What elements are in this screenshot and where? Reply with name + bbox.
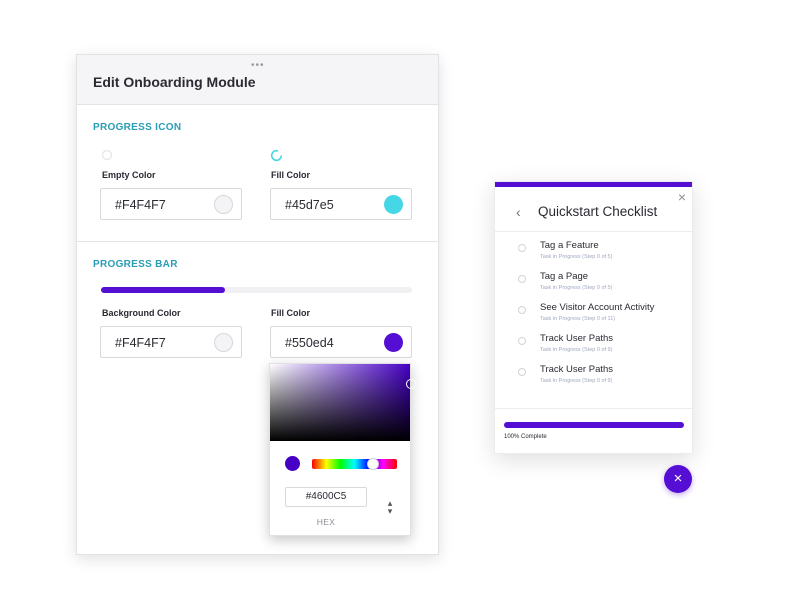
- drag-handle-icon[interactable]: •••: [251, 61, 265, 71]
- task-name: Tag a Feature: [540, 240, 599, 251]
- task-status: Task in Progress (Step 0 of 9): [540, 378, 613, 384]
- task-status-icon: [518, 306, 526, 314]
- task-status: Task in Progress (Step 0 of 5): [540, 285, 613, 291]
- bar-fill-color-label: Fill Color: [271, 308, 310, 318]
- task-status-icon: [518, 337, 526, 345]
- panel-header: ••• Edit Onboarding Module: [77, 55, 438, 105]
- completion-label: 100% Complete: [504, 434, 547, 440]
- task-status-icon: [518, 368, 526, 376]
- task-name: Track User Paths: [540, 333, 614, 344]
- progress-bar-section-title: PROGRESS BAR: [93, 259, 178, 270]
- fill-progress-icon: [270, 149, 283, 162]
- saturation-value-handle[interactable]: [406, 379, 416, 389]
- saturation-value-area[interactable]: [270, 364, 410, 441]
- back-chevron-icon[interactable]: ‹: [516, 204, 521, 220]
- footer-divider: [495, 408, 692, 409]
- list-item[interactable]: Tag a Page Task in Progress (Step 0 of 5…: [495, 271, 692, 301]
- current-color-preview: [285, 456, 300, 471]
- empty-color-value: #F4F4F7: [115, 198, 166, 212]
- bar-fill-color-value: #550ed4: [285, 336, 334, 350]
- hue-slider[interactable]: [312, 459, 397, 469]
- background-color-value: #F4F4F7: [115, 336, 166, 350]
- progress-bar-preview-fill: [101, 287, 226, 293]
- hex-value-input[interactable]: #4600C5: [285, 487, 367, 507]
- task-name: See Visitor Account Activity: [540, 302, 655, 313]
- mode-toggle-arrows-icon[interactable]: ▴ ▾: [384, 499, 396, 519]
- task-status: Task in Progress (Step 0 of 11): [540, 316, 616, 322]
- empty-progress-icon: [101, 149, 113, 161]
- list-item[interactable]: Track User Paths Task in Progress (Step …: [495, 333, 692, 363]
- task-status: Task in Progress (Step 0 of 9): [540, 347, 613, 353]
- color-picker-popover: #4600C5 HEX ▴ ▾: [269, 363, 416, 536]
- task-status: Task in Progress (Step 0 of 5): [540, 254, 613, 260]
- panel-title: Edit Onboarding Module: [93, 74, 256, 90]
- close-launcher-button[interactable]: ×: [664, 465, 692, 493]
- list-item[interactable]: See Visitor Account Activity Task in Pro…: [495, 302, 692, 332]
- icon-fill-color-input[interactable]: #45d7e5: [270, 188, 412, 220]
- header-divider: [495, 231, 692, 232]
- empty-color-swatch[interactable]: [214, 195, 233, 214]
- hue-slider-handle[interactable]: [367, 458, 379, 470]
- list-item[interactable]: Tag a Feature Task in Progress (Step 0 o…: [495, 240, 692, 270]
- icon-fill-color-label: Fill Color: [271, 170, 310, 180]
- close-icon[interactable]: ×: [678, 190, 686, 204]
- task-status-icon: [518, 275, 526, 283]
- background-color-input[interactable]: #F4F4F7: [100, 326, 242, 358]
- bar-fill-color-input[interactable]: #550ed4: [270, 326, 412, 358]
- progress-icon-section-title: PROGRESS ICON: [93, 122, 182, 133]
- background-color-swatch[interactable]: [214, 333, 233, 352]
- icon-fill-color-value: #45d7e5: [285, 198, 334, 212]
- widget-accent-bar: [495, 182, 692, 187]
- checklist-progress-bar: [504, 422, 684, 428]
- empty-color-label: Empty Color: [102, 170, 156, 180]
- hex-mode-label: HEX: [316, 517, 336, 527]
- checklist-title: Quickstart Checklist: [538, 204, 658, 219]
- empty-color-input[interactable]: #F4F4F7: [100, 188, 242, 220]
- task-name: Tag a Page: [540, 271, 589, 282]
- task-status-icon: [518, 244, 526, 252]
- progress-bar-preview: [101, 287, 412, 293]
- task-name: Track User Paths: [540, 364, 614, 375]
- quickstart-checklist-widget: × ‹ Quickstart Checklist Tag a Feature T…: [494, 181, 693, 454]
- bar-fill-color-swatch[interactable]: [384, 333, 403, 352]
- list-item[interactable]: Track User Paths Task in Progress (Step …: [495, 364, 692, 394]
- section-divider: [77, 241, 438, 242]
- background-color-label: Background Color: [102, 308, 181, 318]
- icon-fill-color-swatch[interactable]: [384, 195, 403, 214]
